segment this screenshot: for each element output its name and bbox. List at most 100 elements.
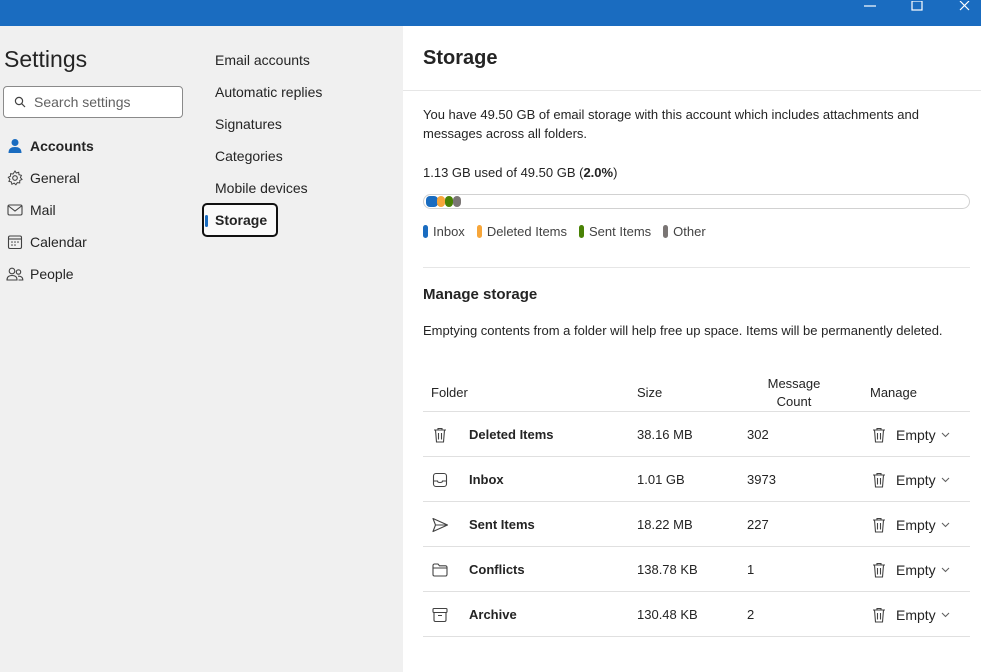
minimize-button[interactable] xyxy=(847,0,893,14)
chevron-down-icon xyxy=(941,432,950,438)
table-row: Sent Items 18.22 MB 227 Empty xyxy=(423,502,970,547)
folder-name: Conflicts xyxy=(469,562,525,577)
empty-label: Empty xyxy=(896,607,936,623)
column-header-size: Size xyxy=(637,385,663,400)
folder-name: Inbox xyxy=(469,472,504,487)
storage-pane: Storage You have 49.50 GB of email stora… xyxy=(403,26,981,672)
gear-icon xyxy=(0,163,30,193)
nav-item-label: People xyxy=(30,266,74,282)
nav-item-label: Accounts xyxy=(30,138,94,154)
column-header-message-count: Message Count xyxy=(757,375,831,411)
empty-folder-button[interactable]: Empty xyxy=(870,559,950,581)
nav-item-accounts[interactable]: Accounts xyxy=(0,131,200,161)
folder-count: 227 xyxy=(747,517,769,532)
empty-label: Empty xyxy=(896,517,936,533)
nav-item-label: Calendar xyxy=(30,234,87,250)
usage-prefix: 1.13 GB used of 49.50 GB ( xyxy=(423,165,584,180)
column-header-folder: Folder xyxy=(431,385,468,400)
legend-item-sent-items: Sent Items xyxy=(579,224,651,239)
header-divider xyxy=(403,90,981,91)
table-row: Archive 130.48 KB 2 Empty xyxy=(423,592,970,637)
send-icon xyxy=(431,502,449,547)
legend-item-inbox: Inbox xyxy=(423,224,465,239)
empty-label: Empty xyxy=(896,427,936,443)
usage-suffix: ) xyxy=(613,165,618,180)
folder-size: 138.78 KB xyxy=(637,562,698,577)
maximize-button[interactable] xyxy=(894,0,940,14)
chevron-down-icon xyxy=(941,612,950,618)
person-icon xyxy=(0,131,30,161)
column-header-manage: Manage xyxy=(870,385,917,400)
legend-swatch xyxy=(579,225,585,238)
chevron-down-icon xyxy=(941,477,950,483)
manage-storage-title: Manage storage xyxy=(423,286,538,303)
submenu-email-accounts[interactable]: Email accounts xyxy=(214,45,394,75)
search-input[interactable] xyxy=(34,94,164,110)
people-icon xyxy=(0,259,30,289)
legend-swatch xyxy=(663,225,669,238)
folder-count: 302 xyxy=(747,427,769,442)
empty-label: Empty xyxy=(896,472,936,488)
search-icon xyxy=(14,96,26,108)
storage-legend: Inbox Deleted Items Sent Items Other xyxy=(423,224,718,239)
folder-name: Archive xyxy=(469,607,517,622)
storage-usage-bar xyxy=(423,194,970,209)
folder-size: 38.16 MB xyxy=(637,427,693,442)
title-bar xyxy=(0,0,981,26)
legend-label: Inbox xyxy=(433,224,465,239)
accounts-submenu: Email accounts Automatic replies Signatu… xyxy=(202,26,403,672)
usage-segment-sent-items xyxy=(445,196,453,207)
submenu-categories[interactable]: Categories xyxy=(214,141,394,171)
legend-item-other: Other xyxy=(663,224,706,239)
submenu-signatures[interactable]: Signatures xyxy=(214,109,394,139)
empty-label: Empty xyxy=(896,562,936,578)
trash-icon xyxy=(873,562,885,578)
table-row: Inbox 1.01 GB 3973 Empty xyxy=(423,457,970,502)
trash-icon xyxy=(431,412,449,457)
empty-folder-button[interactable]: Empty xyxy=(870,469,950,491)
legend-label: Deleted Items xyxy=(486,224,568,239)
legend-swatch xyxy=(423,225,428,238)
usage-segment-deleted-items xyxy=(437,196,445,207)
nav-item-label: General xyxy=(30,170,80,186)
folder-count: 1 xyxy=(747,562,755,577)
column-header-count-line2: Count xyxy=(776,394,812,409)
trash-icon xyxy=(873,427,885,443)
manage-storage-description: Emptying contents from a folder will hel… xyxy=(423,323,943,338)
usage-segment-other xyxy=(453,196,461,207)
column-header-count-line1: Message xyxy=(767,376,821,391)
chevron-down-icon xyxy=(941,567,950,573)
chevron-down-icon xyxy=(941,522,950,528)
nav-item-mail[interactable]: Mail xyxy=(0,195,200,225)
empty-folder-button[interactable]: Empty xyxy=(870,604,950,626)
folder-icon xyxy=(431,547,449,592)
table-row: Conflicts 138.78 KB 1 Empty xyxy=(423,547,970,592)
legend-swatch xyxy=(476,225,482,238)
submenu-mobile-devices[interactable]: Mobile devices xyxy=(214,173,394,203)
trash-icon xyxy=(873,607,885,623)
submenu-automatic-replies[interactable]: Automatic replies xyxy=(214,77,394,107)
empty-folder-button[interactable]: Empty xyxy=(870,514,950,536)
folder-name: Sent Items xyxy=(469,517,535,532)
maximize-icon xyxy=(911,1,923,11)
section-divider xyxy=(423,267,970,268)
inbox-icon xyxy=(431,457,449,502)
nav-item-general[interactable]: General xyxy=(0,163,200,193)
trash-icon xyxy=(873,472,885,488)
legend-label: Other xyxy=(673,224,706,239)
page-title: Storage xyxy=(423,47,498,69)
empty-folder-button[interactable]: Empty xyxy=(870,424,950,446)
search-settings-box[interactable] xyxy=(3,86,183,118)
nav-item-people[interactable]: People xyxy=(0,259,200,289)
folder-count: 3973 xyxy=(747,472,776,487)
legend-item-deleted-items: Deleted Items xyxy=(476,224,568,239)
storage-usage-text: 1.13 GB used of 49.50 GB (2.0%) xyxy=(423,165,617,180)
nav-item-calendar[interactable]: Calendar xyxy=(0,227,200,257)
folder-size: 1.01 GB xyxy=(637,472,685,487)
folder-size: 18.22 MB xyxy=(637,517,693,532)
close-icon xyxy=(959,1,970,11)
submenu-storage[interactable]: Storage xyxy=(202,203,278,237)
close-button[interactable] xyxy=(942,0,981,14)
folder-name: Deleted Items xyxy=(469,427,554,442)
legend-label: Sent Items xyxy=(589,224,652,239)
